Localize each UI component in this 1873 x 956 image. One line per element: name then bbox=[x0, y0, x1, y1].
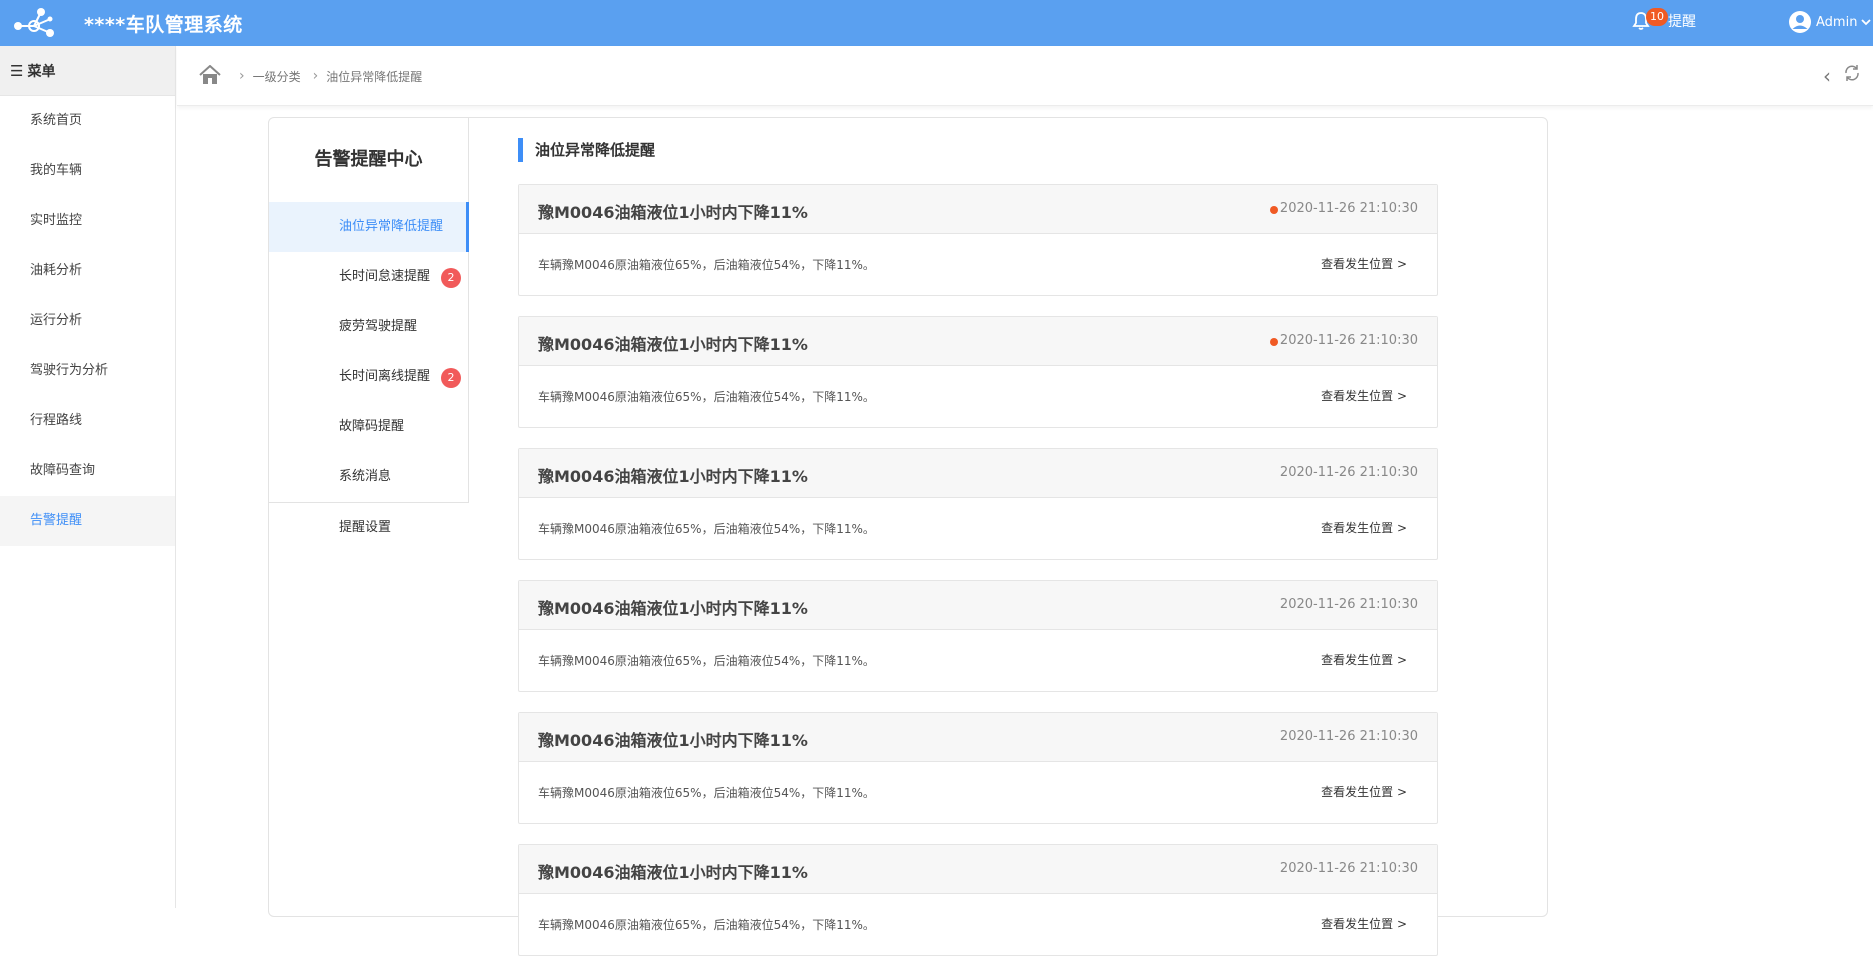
subnav-item-long-offline[interactable]: 长时间离线提醒 2 bbox=[269, 352, 468, 402]
chevron-down-icon bbox=[1861, 19, 1872, 26]
sidebar-item-alerts[interactable]: 告警提醒 bbox=[0, 496, 175, 546]
subnav-item-long-idle[interactable]: 长时间怠速提醒 2 bbox=[269, 252, 468, 302]
alert-card-body: 车辆豫M0046原油箱液位65%，后油箱液位54%，下降11%。 查看发生位置 … bbox=[519, 630, 1437, 691]
alert-title: 豫M0046油箱液位1小时内下降11% bbox=[538, 731, 808, 750]
notification-label: 提醒 bbox=[1668, 14, 1696, 30]
alert-card: 豫M0046油箱液位1小时内下降11% 2020-11-26 21:10:30 … bbox=[518, 448, 1438, 560]
notification-count-badge: 10 bbox=[1646, 8, 1668, 26]
sidebar-item-operation-analysis[interactable]: 运行分析 bbox=[0, 296, 175, 346]
home-icon[interactable] bbox=[199, 65, 221, 85]
alert-card-body: 车辆豫M0046原油箱液位65%，后油箱液位54%，下降11%。 查看发生位置 … bbox=[519, 894, 1437, 955]
alert-card-header: 豫M0046油箱液位1小时内下降11% 2020-11-26 21:10:30 bbox=[519, 317, 1437, 366]
alert-card-header: 豫M0046油箱液位1小时内下降11% 2020-11-26 21:10:30 bbox=[519, 581, 1437, 630]
section-title: 油位异常降低提醒 bbox=[518, 138, 1438, 162]
subnav-item-label: 故障码提醒 bbox=[339, 419, 405, 434]
user-name: Admin bbox=[1816, 14, 1858, 30]
alert-description: 车辆豫M0046原油箱液位65%，后油箱液位54%，下降11%。 bbox=[538, 786, 875, 800]
sidebar-item-home[interactable]: 系统首页 bbox=[0, 96, 175, 146]
view-location-link[interactable]: 查看发生位置 > bbox=[1321, 387, 1407, 404]
sidebar-header[interactable]: ☰ 菜单 bbox=[0, 46, 175, 96]
alert-card-body: 车辆豫M0046原油箱液位65%，后油箱液位54%，下降11%。 查看发生位置 … bbox=[519, 498, 1437, 559]
alert-time: 2020-11-26 21:10:30 bbox=[1279, 729, 1418, 744]
view-location-link[interactable]: 查看发生位置 > bbox=[1321, 519, 1407, 536]
chevron-right-icon: › bbox=[239, 68, 245, 84]
subnav-item-fuel-drop[interactable]: 油位异常降低提醒 bbox=[269, 202, 469, 252]
user-avatar-icon bbox=[1789, 11, 1811, 33]
back-arrow-icon[interactable]: ‹ bbox=[1823, 64, 1831, 88]
subnav-item-label: 长时间离线提醒 bbox=[339, 369, 431, 384]
alert-time: 2020-11-26 21:10:30 bbox=[1279, 597, 1418, 612]
sidebar: ☰ 菜单 系统首页 我的车辆 实时监控 油耗分析 运行分析 驾驶行为分析 行程路… bbox=[0, 46, 176, 908]
alert-description: 车辆豫M0046原油箱液位65%，后油箱液位54%，下降11%。 bbox=[538, 918, 875, 932]
alert-time: 2020-11-26 21:10:30 bbox=[1279, 465, 1418, 480]
alert-list-area: 油位异常降低提醒 豫M0046油箱液位1小时内下降11% 2020-11-26 … bbox=[518, 138, 1438, 956]
sidebar-item-fault-code[interactable]: 故障码查询 bbox=[0, 446, 175, 496]
app-title: ****车队管理系统 bbox=[84, 14, 243, 36]
alert-title: 豫M0046油箱液位1小时内下降11% bbox=[538, 335, 808, 354]
alert-card: 豫M0046油箱液位1小时内下降11% 2020-11-26 21:10:30 … bbox=[518, 184, 1438, 296]
alert-card: 豫M0046油箱液位1小时内下降11% 2020-11-26 21:10:30 … bbox=[518, 316, 1438, 428]
alert-card-header: 豫M0046油箱液位1小时内下降11% 2020-11-26 21:10:30 bbox=[519, 449, 1437, 498]
subnav-item-system-message[interactable]: 系统消息 bbox=[269, 452, 468, 502]
alert-title: 豫M0046油箱液位1小时内下降11% bbox=[538, 599, 808, 618]
alert-center-panel: 告警提醒中心 油位异常降低提醒 长时间怠速提醒 2 疲劳驾驶提醒 长时间离线提醒… bbox=[268, 117, 1548, 956]
subnav-item-fault-code[interactable]: 故障码提醒 bbox=[269, 402, 468, 452]
view-location-link[interactable]: 查看发生位置 > bbox=[1321, 783, 1407, 800]
breadcrumb-bar: › 一级分类 › 油位异常降低提醒 ‹ bbox=[177, 46, 1873, 106]
alert-time: 2020-11-26 21:10:30 bbox=[1279, 333, 1418, 348]
subnav-item-label: 疲劳驾驶提醒 bbox=[339, 319, 418, 334]
alert-card: 豫M0046油箱液位1小时内下降11% 2020-11-26 21:10:30 … bbox=[518, 844, 1438, 956]
top-header: ****车队管理系统 10 提醒 Admin bbox=[0, 0, 1873, 46]
alert-type-list: 油位异常降低提醒 长时间怠速提醒 2 疲劳驾驶提醒 长时间离线提醒 2 故障码提… bbox=[269, 202, 469, 503]
sidebar-item-fuel-analysis[interactable]: 油耗分析 bbox=[0, 246, 175, 296]
unread-dot-icon bbox=[1270, 338, 1278, 346]
alert-description: 车辆豫M0046原油箱液位65%，后油箱液位54%，下降11%。 bbox=[538, 258, 875, 272]
alert-settings-link[interactable]: 提醒设置 bbox=[269, 503, 469, 553]
count-badge: 2 bbox=[441, 368, 461, 388]
menu-icon: ☰ bbox=[10, 61, 24, 80]
alert-card-header: 豫M0046油箱液位1小时内下降11% 2020-11-26 21:10:30 bbox=[519, 185, 1437, 234]
alert-time: 2020-11-26 21:10:30 bbox=[1279, 201, 1418, 216]
alert-description: 车辆豫M0046原油箱液位65%，后油箱液位54%，下降11%。 bbox=[538, 654, 875, 668]
subnav-item-label: 油位异常降低提醒 bbox=[339, 219, 444, 234]
alert-title: 豫M0046油箱液位1小时内下降11% bbox=[538, 203, 808, 222]
chevron-right-icon: › bbox=[312, 68, 319, 84]
sidebar-item-trip-route[interactable]: 行程路线 bbox=[0, 396, 175, 446]
alert-card: 豫M0046油箱液位1小时内下降11% 2020-11-26 21:10:30 … bbox=[518, 712, 1438, 824]
breadcrumb: › 一级分类 › 油位异常降低提醒 bbox=[239, 46, 434, 106]
user-menu[interactable]: Admin bbox=[1788, 8, 1872, 36]
network-logo-icon bbox=[14, 8, 54, 37]
alert-description: 车辆豫M0046原油箱液位65%，后油箱液位54%，下降11%。 bbox=[538, 390, 875, 404]
refresh-icon[interactable] bbox=[1843, 64, 1861, 82]
notification-button[interactable]: 10 提醒 bbox=[1632, 6, 1696, 36]
alert-description: 车辆豫M0046原油箱液位65%，后油箱液位54%，下降11%。 bbox=[538, 522, 875, 536]
alert-card-body: 车辆豫M0046原油箱液位65%，后油箱液位54%，下降11%。 查看发生位置 … bbox=[519, 762, 1437, 823]
sidebar-item-realtime-monitor[interactable]: 实时监控 bbox=[0, 196, 175, 246]
alert-card-header: 豫M0046油箱液位1小时内下降11% 2020-11-26 21:10:30 bbox=[519, 713, 1437, 762]
view-location-link[interactable]: 查看发生位置 > bbox=[1321, 915, 1407, 932]
alert-card-body: 车辆豫M0046原油箱液位65%，后油箱液位54%，下降11%。 查看发生位置 … bbox=[519, 366, 1437, 427]
sidebar-item-my-vehicles[interactable]: 我的车辆 bbox=[0, 146, 175, 196]
view-location-link[interactable]: 查看发生位置 > bbox=[1321, 255, 1407, 272]
alert-center-title: 告警提醒中心 bbox=[269, 118, 469, 202]
breadcrumb-item-current: 油位异常降低提醒 bbox=[326, 69, 423, 84]
sidebar-menu: 系统首页 我的车辆 实时监控 油耗分析 运行分析 驾驶行为分析 行程路线 故障码… bbox=[0, 96, 175, 546]
subnav-item-label: 系统消息 bbox=[339, 469, 392, 484]
alert-time: 2020-11-26 21:10:30 bbox=[1279, 861, 1418, 876]
sidebar-header-label: 菜单 bbox=[27, 63, 56, 80]
sidebar-item-driving-behavior[interactable]: 驾驶行为分析 bbox=[0, 346, 175, 396]
count-badge: 2 bbox=[441, 268, 461, 288]
breadcrumb-item-category[interactable]: 一级分类 bbox=[253, 68, 301, 85]
subnav-item-fatigue-driving[interactable]: 疲劳驾驶提醒 bbox=[269, 302, 468, 352]
alert-card: 豫M0046油箱液位1小时内下降11% 2020-11-26 21:10:30 … bbox=[518, 580, 1438, 692]
alert-card-body: 车辆豫M0046原油箱液位65%，后油箱液位54%，下降11%。 查看发生位置 … bbox=[519, 234, 1437, 295]
alert-subnav: 告警提醒中心 油位异常降低提醒 长时间怠速提醒 2 疲劳驾驶提醒 长时间离线提醒… bbox=[269, 118, 469, 553]
alert-card-header: 豫M0046油箱液位1小时内下降11% 2020-11-26 21:10:30 bbox=[519, 845, 1437, 894]
alert-title: 豫M0046油箱液位1小时内下降11% bbox=[538, 467, 808, 486]
subnav-item-label: 长时间怠速提醒 bbox=[339, 269, 431, 284]
alert-title: 豫M0046油箱液位1小时内下降11% bbox=[538, 863, 808, 882]
unread-dot-icon bbox=[1270, 206, 1278, 214]
view-location-link[interactable]: 查看发生位置 > bbox=[1321, 651, 1407, 668]
